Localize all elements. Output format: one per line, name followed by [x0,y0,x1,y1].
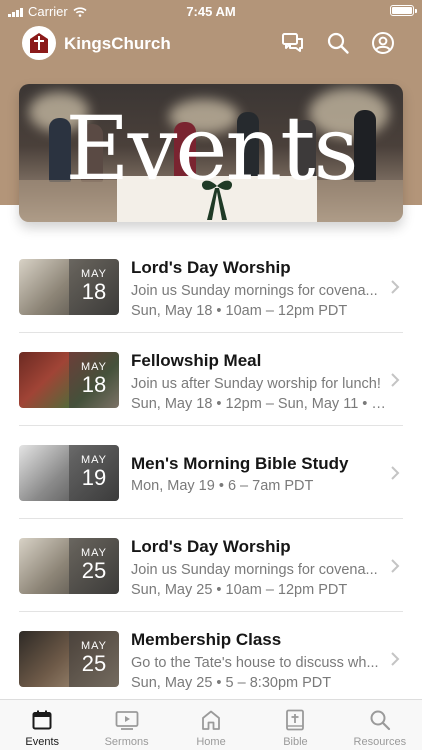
event-text: Fellowship Meal Join us after Sunday wor… [131,351,386,412]
event-date-badge: MAY 18 [69,259,119,315]
event-day: 25 [81,651,107,676]
event-title: Fellowship Meal [131,351,262,370]
event-thumbnail: MAY 19 [19,445,119,501]
chevron-right-icon [391,652,400,666]
church-logo[interactable] [22,26,56,60]
tab-resources[interactable]: Resources [338,700,422,750]
event-title: Membership Class [131,630,282,649]
event-title: Lord's Day Worship [131,537,291,556]
event-date-badge: MAY 18 [69,352,119,408]
battery-icon [390,5,417,16]
event-item[interactable]: MAY 18 Lord's Day Worship Join us Sunday… [0,240,422,333]
event-text: Men's Morning Bible Study Mon, May 19 • … [131,454,386,494]
event-text: Lord's Day Worship Join us Sunday mornin… [131,258,386,319]
banner-title: Events [65,97,358,200]
chevron-right-icon [391,280,400,294]
event-datetime: Sun, May 18 • 12pm – Sun, May 11 • 1... [131,396,386,412]
tab-sermons[interactable]: Sermons [84,700,168,750]
search-icon[interactable] [326,31,350,55]
event-datetime: Sun, May 25 • 5 – 8:30pm PDT [131,675,332,691]
event-description: Join us Sunday mornings for covena... [131,562,378,578]
event-list: MAY 18 Lord's Day Worship Join us Sunday… [0,240,422,705]
event-day: 18 [81,279,107,304]
home-icon [202,710,220,730]
event-date-badge: MAY 25 [69,538,119,594]
event-description: Join us Sunday mornings for covena... [131,283,378,299]
events-banner: Events [19,84,403,222]
tab-home[interactable]: Home [169,700,253,750]
event-item[interactable]: MAY 19 Men's Morning Bible Study Mon, Ma… [0,426,422,519]
event-description: Join us after Sunday worship for lunch! [131,376,381,392]
app-header: KingsChurch [0,26,422,62]
tab-label: Sermons [104,736,149,748]
event-datetime: Sun, May 18 • 10am – 12pm PDT [131,303,348,319]
tab-label: Resources [353,736,407,748]
church-logo-icon [30,33,48,53]
event-title: Men's Morning Bible Study [131,454,349,473]
event-description: Go to the Tate's house to discuss wh... [131,655,379,671]
event-text: Lord's Day Worship Join us Sunday mornin… [131,537,386,598]
chevron-right-icon [391,559,400,573]
chevron-right-icon [391,373,400,387]
event-date-badge: MAY 25 [69,631,119,687]
event-day: 19 [81,465,107,490]
event-day: 25 [81,558,107,583]
tab-bar: Events Sermons Home Bible Resources [0,699,422,750]
profile-icon[interactable] [371,31,395,55]
event-thumbnail: MAY 25 [19,631,119,687]
tab-label: Bible [283,736,308,748]
event-day: 18 [81,372,107,397]
event-thumbnail: MAY 18 [19,352,119,408]
bible-icon [286,709,305,731]
tab-events[interactable]: Events [0,700,84,750]
tab-bible[interactable]: Bible [253,700,337,750]
event-title: Lord's Day Worship [131,258,291,277]
status-bar: Carrier 7:45 AM [0,0,422,22]
chevron-right-icon [391,466,400,480]
chat-icon[interactable] [281,31,305,55]
event-item[interactable]: MAY 18 Fellowship Meal Join us after Sun… [0,333,422,426]
event-item[interactable]: MAY 25 Lord's Day Worship Join us Sunday… [0,519,422,612]
event-date-badge: MAY 19 [69,445,119,501]
app-title: KingsChurch [64,34,171,53]
event-thumbnail: MAY 18 [19,259,119,315]
event-item[interactable]: MAY 25 Membership Class Go to the Tate's… [0,612,422,705]
video-icon [115,711,139,730]
status-time: 7:45 AM [186,4,236,19]
event-datetime: Sun, May 25 • 10am – 12pm PDT [131,582,348,598]
event-text: Membership Class Go to the Tate's house … [131,630,386,691]
tab-label: Home [196,736,226,748]
search-icon [370,710,390,731]
event-thumbnail: MAY 25 [19,538,119,594]
calendar-icon [32,710,52,730]
event-datetime: Mon, May 19 • 6 – 7am PDT [131,478,314,494]
tab-label: Events [25,736,60,748]
